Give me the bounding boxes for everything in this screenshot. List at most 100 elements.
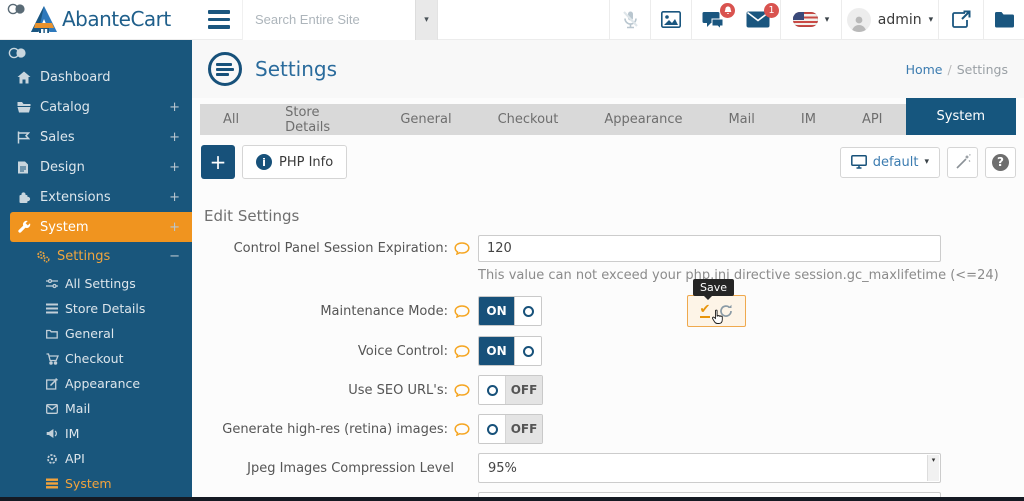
session-expiration-row: Control Panel Session Expiration: <box>202 235 1016 262</box>
php-info-button[interactable]: i PHP Info <box>242 145 347 179</box>
window-bottom-edge <box>0 497 1024 501</box>
sidebar-item-system[interactable]: System + <box>10 212 192 242</box>
search-input[interactable] <box>243 0 415 40</box>
toggle-on-segment[interactable] <box>479 415 506 443</box>
session-expiration-help: This value can not exceed your php.ini d… <box>478 268 1016 283</box>
seo-urls-toggle[interactable]: OFF <box>478 375 543 405</box>
notifications-icon[interactable] <box>692 0 736 39</box>
sidebar-item-appearance[interactable]: Appearance <box>0 371 192 396</box>
jpeg-compression-label: Jpeg Images Compression Level <box>247 461 454 476</box>
language-selector[interactable]: ▾ <box>781 0 841 39</box>
puzzle-icon <box>17 190 40 204</box>
sidebar-item-system-settings[interactable]: System <box>0 471 192 496</box>
folder-icon <box>17 101 40 113</box>
bars-icon <box>46 478 65 489</box>
sidebar-item-catalog[interactable]: Catalog + <box>0 92 192 122</box>
view-storefront-icon[interactable] <box>939 0 983 39</box>
sidebar-item-checkout[interactable]: Checkout <box>0 346 192 371</box>
add-button[interactable]: + <box>201 145 235 179</box>
hamburger-menu-icon[interactable] <box>208 10 230 29</box>
tab-im[interactable]: IM <box>778 104 839 135</box>
toolbar: + i PHP Info default ▾ ? <box>201 145 1016 179</box>
hint-bubble-icon[interactable] <box>454 384 470 397</box>
tab-all[interactable]: All <box>200 104 262 135</box>
sidebar-collapse-icon[interactable] <box>0 40 192 62</box>
toggle-on-segment[interactable]: ON <box>479 337 514 365</box>
settings-page-icon <box>208 52 242 86</box>
brand-zone: AbanteCart <box>0 0 192 39</box>
tab-system[interactable]: System <box>906 98 1016 135</box>
sidebar-item-mail[interactable]: Mail <box>0 396 192 421</box>
sidebar-item-all-settings[interactable]: All Settings <box>0 271 192 296</box>
tab-general[interactable]: General <box>377 104 474 135</box>
media-manager-icon[interactable] <box>651 0 691 39</box>
sidebar-item-extensions[interactable]: Extensions + <box>0 182 192 212</box>
abantecart-logo-icon[interactable] <box>30 6 58 33</box>
hint-bubble-icon[interactable] <box>454 305 470 318</box>
abantecart-admin: AbanteCart ▾ <box>0 0 1024 501</box>
microphone-muted-icon[interactable] <box>610 0 650 39</box>
collapse-toggle-icon[interactable] <box>7 3 26 15</box>
question-icon: ? <box>992 154 1009 171</box>
sidebar-item-im[interactable]: IM <box>0 421 192 446</box>
toggle-off-segment[interactable]: OFF <box>506 376 542 404</box>
tab-api[interactable]: API <box>839 104 906 135</box>
maintenance-mode-label: Maintenance Mode: <box>320 304 448 319</box>
cart-icon <box>46 353 65 365</box>
save-check-icon[interactable]: ✔ <box>700 305 711 318</box>
tab-store-details[interactable]: Store Details <box>262 104 377 135</box>
main-content: Settings Home / Settings All Store Detai… <box>192 40 1024 501</box>
retina-images-toggle[interactable]: OFF <box>478 414 543 444</box>
page-header: Settings Home / Settings <box>192 40 1024 98</box>
list-icon <box>46 303 65 314</box>
jpeg-compression-row: Jpeg Images Compression Level 95% ▾ <box>202 453 1016 483</box>
sidebar-item-general[interactable]: General <box>0 321 192 346</box>
search-scope-caret-icon[interactable]: ▾ <box>415 0 438 40</box>
toggle-on-segment[interactable] <box>479 376 506 404</box>
sidebar-item-settings[interactable]: Settings − <box>0 242 192 271</box>
toggle-off-segment[interactable] <box>514 337 541 365</box>
toggle-off-segment[interactable] <box>514 297 541 325</box>
brand-name[interactable]: AbanteCart <box>62 7 171 31</box>
retina-images-row: Generate high-res (retina) images: OFF <box>202 414 1016 444</box>
user-name: admin <box>878 12 922 28</box>
jpeg-compression-select[interactable]: 95% ▾ <box>478 453 941 483</box>
toggle-on-segment[interactable]: ON <box>479 297 514 325</box>
files-icon[interactable] <box>984 0 1024 39</box>
save-tooltip: Save <box>693 279 734 296</box>
breadcrumb: Home / Settings <box>906 62 1008 77</box>
hint-bubble-icon[interactable] <box>454 242 470 255</box>
megaphone-icon <box>46 428 65 439</box>
tab-checkout[interactable]: Checkout <box>475 104 582 135</box>
customize-button[interactable] <box>947 147 978 178</box>
session-expiration-input[interactable] <box>478 235 941 262</box>
hint-bubble-icon[interactable] <box>454 345 470 358</box>
monitor-icon <box>851 155 867 169</box>
breadcrumb-home-link[interactable]: Home <box>906 62 943 77</box>
sidebar-item-store-details[interactable]: Store Details <box>0 296 192 321</box>
top-header: AbanteCart ▾ <box>0 0 1024 40</box>
help-button[interactable]: ? <box>985 147 1016 178</box>
maintenance-mode-toggle[interactable]: ON <box>478 296 542 326</box>
template-selector-button[interactable]: default ▾ <box>840 147 940 178</box>
tab-appearance[interactable]: Appearance <box>581 104 705 135</box>
hint-bubble-icon[interactable] <box>454 423 470 436</box>
save-button[interactable]: Save ✔ <box>687 295 746 327</box>
sidebar-item-dashboard[interactable]: Dashboard <box>0 62 192 92</box>
flag-icon <box>17 131 40 144</box>
select-caret-icon[interactable]: ▾ <box>927 455 939 481</box>
sidebar-item-api[interactable]: API <box>0 446 192 471</box>
user-menu[interactable]: admin ▾ <box>842 0 938 39</box>
sidebar-item-design[interactable]: Design + <box>0 152 192 182</box>
sliders-icon <box>46 278 65 289</box>
messages-icon[interactable]: 1 <box>736 0 780 39</box>
sidebar-item-sales[interactable]: Sales + <box>0 122 192 152</box>
home-icon <box>17 71 40 84</box>
tab-mail[interactable]: Mail <box>705 104 777 135</box>
page-title: Settings <box>255 57 337 81</box>
notification-badge <box>720 3 735 18</box>
folder-outline-icon <box>46 329 65 339</box>
seo-urls-label: Use SEO URL's: <box>348 383 448 398</box>
voice-control-toggle[interactable]: ON <box>478 336 542 366</box>
toggle-off-segment[interactable]: OFF <box>506 415 542 443</box>
